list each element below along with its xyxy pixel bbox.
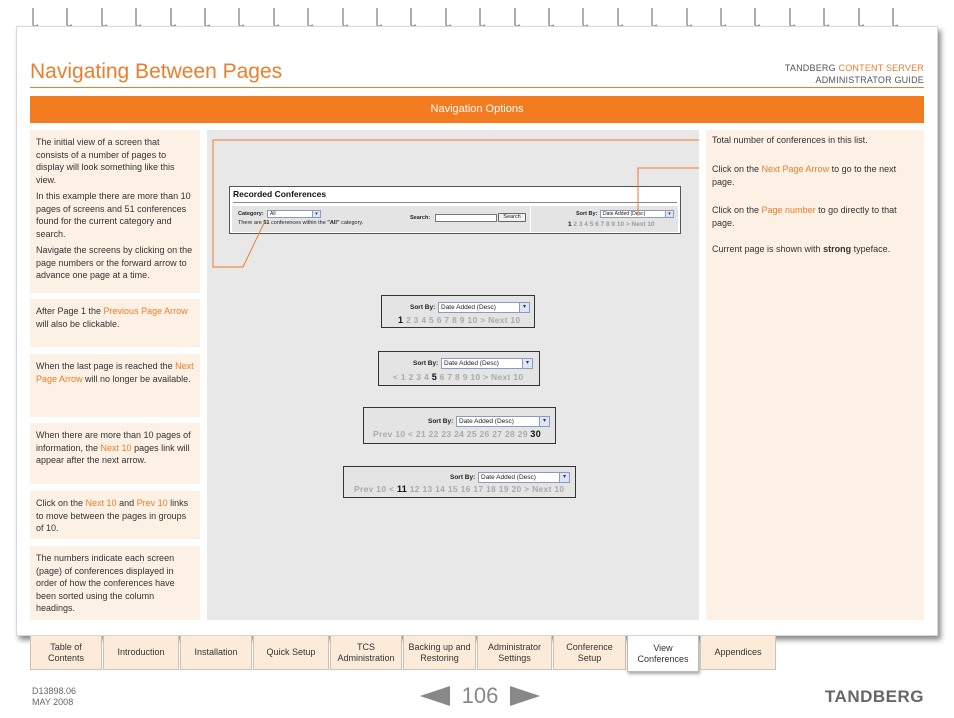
explain-current-page: Current page is shown with strong typefa… (712, 244, 891, 254)
tab-appendices[interactable]: Appendices (700, 636, 776, 670)
previous-page-arrow-icon[interactable] (420, 685, 450, 707)
tab-table-of-contents[interactable]: Table of Contents (30, 636, 102, 670)
explain-total: Total number of conferences in this list… (712, 135, 868, 145)
tab-backing-up[interactable]: Backing up and Restoring (403, 636, 476, 670)
tab-quick-setup[interactable]: Quick Setup (253, 636, 329, 670)
document-id: D13898.06 MAY 2008 (32, 686, 77, 707)
page-number: 106 (461, 683, 499, 708)
explain-next-arrow: Click on the Next Page Arrow to go to th… (712, 164, 897, 187)
tandberg-logo: TANDBERG (824, 687, 924, 706)
tab-administrator-settings[interactable]: Administrator Settings (477, 636, 552, 670)
link-next-page-arrow: Next Page Arrow (761, 164, 830, 174)
tab-installation[interactable]: Installation (180, 636, 252, 670)
explain-page-number: Click on the Page number to go directly … (712, 205, 897, 228)
link-page-number: Page number (761, 205, 816, 215)
tab-tcs-administration[interactable]: TCS Administration (330, 636, 402, 670)
next-page-arrow-icon[interactable] (510, 685, 540, 707)
explanation-panel: Total number of conferences in this list… (706, 130, 924, 620)
tab-conference-setup[interactable]: Conference Setup (553, 636, 626, 670)
tab-view-conferences[interactable]: View Conferences (627, 636, 699, 672)
tab-introduction[interactable]: Introduction (103, 636, 179, 670)
page-navigator: 106 (420, 683, 540, 709)
